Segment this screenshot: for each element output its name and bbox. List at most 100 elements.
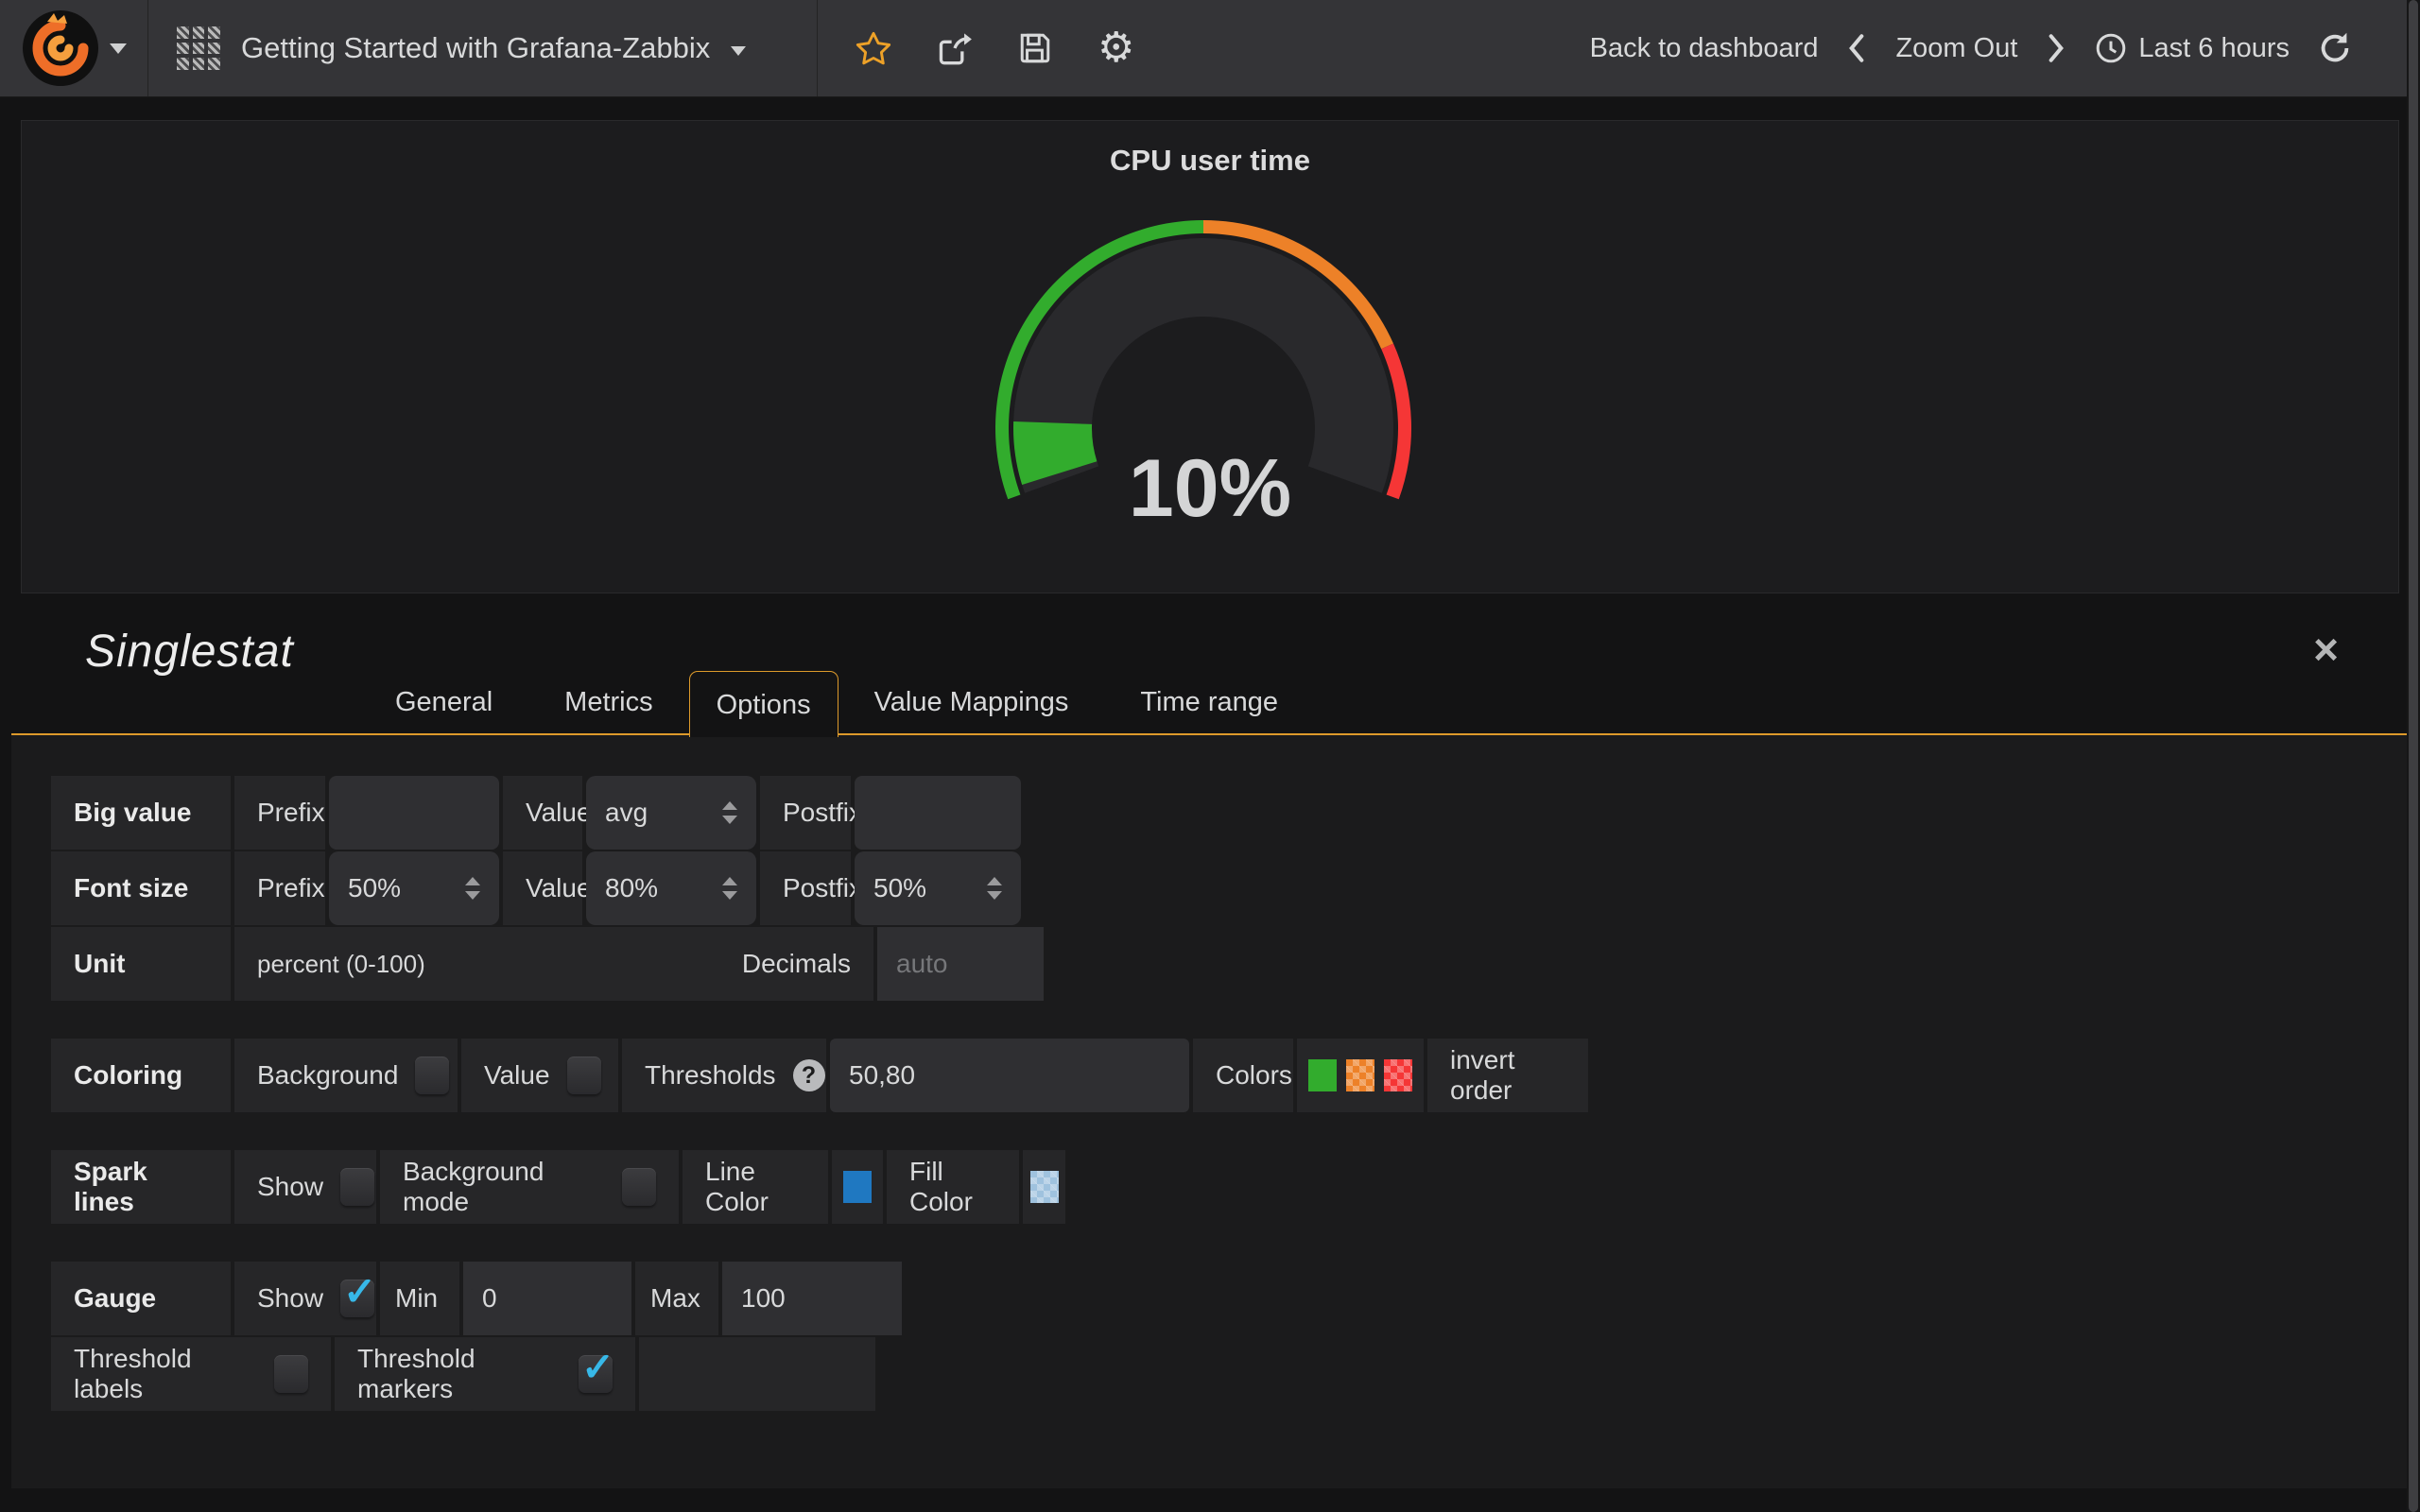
min-label: Min [380,1262,459,1335]
fill-color-label: Fill Color [887,1150,1019,1224]
threshold-options-row: Threshold labels Threshold markers [51,1337,2407,1411]
time-range-picker[interactable]: Last 6 hours [2095,32,2290,64]
refresh-icon[interactable] [2318,31,2352,65]
prefix-label: Prefix [234,776,325,850]
threshold-labels-checkbox[interactable] [274,1355,308,1393]
value-label: Value [484,1060,550,1091]
background-mode-label: Background mode [403,1157,605,1217]
postfix-font-size-select[interactable]: 50% [855,851,1021,925]
select-arrows-icon [722,877,737,900]
editor-header: Singlestat General Metrics Options Value… [11,593,2407,735]
gauge-value: 10% [22,442,2398,536]
prefix-label: Prefix [234,851,325,925]
invert-order-link[interactable]: invert order [1427,1039,1588,1112]
max-input[interactable] [722,1262,902,1335]
coloring-group: Coloring Background Value Thresholds ? C… [51,1039,2407,1112]
decimals-label: Decimals [742,949,851,979]
threshold-markers-checkbox[interactable] [579,1355,613,1393]
thresholds-label: Thresholds [645,1060,776,1091]
threshold-color-swatch-orange[interactable] [1346,1059,1374,1091]
gear-icon[interactable]: ⚙ [1098,27,1134,69]
panel-title[interactable]: CPU user time [22,144,2398,178]
big-value-postfix-input[interactable] [855,776,1021,850]
help-icon[interactable]: ? [793,1059,825,1091]
spark-lines-label: Spark lines [51,1150,231,1224]
postfix-size-value: 50% [873,873,926,903]
clock-icon [2095,32,2127,64]
show-label: Show [257,1283,323,1314]
dashboard-title-dropdown[interactable]: Getting Started with Grafana-Zabbix [148,0,818,96]
chevron-down-icon [110,43,127,54]
max-label: Max [635,1262,718,1335]
select-arrows-icon [722,801,737,824]
top-navbar: Getting Started with Grafana-Zabbix ⚙ Ba… [0,0,2407,97]
fill-color-swatch[interactable] [1030,1171,1059,1203]
big-value-prefix-input[interactable] [329,776,499,850]
unit-dropdown[interactable]: percent (0-100) [257,950,425,979]
threshold-color-swatch-red[interactable] [1384,1059,1412,1091]
tab-general[interactable]: General [359,669,528,735]
dashboard-grid-icon [177,26,220,70]
grafana-logo-icon [21,9,100,88]
font-size-label: Font size [51,851,231,925]
grafana-menu-button[interactable] [0,0,148,96]
invert-order-label: invert order [1450,1045,1565,1106]
color-swatches [1297,1039,1424,1112]
value-size-value: 80% [605,873,658,903]
dashboard-title: Getting Started with Grafana-Zabbix [241,31,710,65]
page-scrollbar[interactable] [2407,0,2420,1512]
fill-color-cell [1023,1150,1065,1224]
gauge-row: Gauge Show Min Max [51,1262,2407,1335]
navbar-right: Back to dashboard Zoom Out Last 6 hours [1590,31,2407,65]
min-input[interactable] [463,1262,631,1335]
font-size-row: Font size Prefix 50% Value 80% Postfix 5… [51,851,2407,925]
big-value-stat-select[interactable]: avg [586,776,756,850]
big-value-row: Big value Prefix Value avg Postfix [51,776,2407,850]
postfix-label: Postfix [760,851,851,925]
background-checkbox[interactable] [415,1057,449,1094]
tab-metrics[interactable]: Metrics [528,669,688,735]
threshold-markers-label: Threshold markers [357,1344,562,1404]
chevron-left-icon[interactable] [1846,32,1867,64]
tab-value-mappings[interactable]: Value Mappings [838,669,1105,735]
spark-show-checkbox[interactable] [340,1168,374,1206]
stat-select-value: avg [605,798,648,828]
background-label: Background [257,1060,398,1091]
thresholds-input[interactable] [830,1039,1189,1112]
editor-panel-type-title: Singlestat [85,626,294,678]
line-color-label: Line Color [683,1150,828,1224]
prefix-size-value: 50% [348,873,401,903]
thresholds-input-wrap [830,1039,1189,1112]
tab-time-range[interactable]: Time range [1104,669,1314,735]
spark-lines-group: Spark lines Show Background mode Line Co… [51,1150,2407,1224]
gauge-show-checkbox[interactable] [340,1280,374,1317]
unit-row: Unit percent (0-100) Decimals [51,927,2407,1001]
coloring-value-cell: Value [461,1039,618,1112]
coloring-background-cell: Background [234,1039,458,1112]
share-icon[interactable] [937,31,973,65]
value-label: Value [503,851,582,925]
decimals-input[interactable] [877,927,1044,1001]
postfix-label: Postfix [760,776,851,850]
scrollbar-thumb[interactable] [2409,0,2418,1512]
value-label: Value [503,776,582,850]
threshold-color-swatch-green[interactable] [1308,1059,1337,1091]
back-to-dashboard-button[interactable]: Back to dashboard [1590,33,1819,64]
star-icon[interactable] [856,31,891,65]
tab-options[interactable]: Options [689,671,838,737]
value-font-size-select[interactable]: 80% [586,851,756,925]
coloring-label: Coloring [51,1039,231,1112]
background-mode-checkbox[interactable] [622,1168,656,1206]
zoom-out-button[interactable]: Zoom Out [1895,33,2017,64]
line-color-swatch[interactable] [843,1171,872,1203]
chevron-right-icon[interactable] [2046,32,2066,64]
close-icon[interactable]: × [2313,627,2339,671]
decimals-input-wrap [877,927,1044,1001]
value-checkbox[interactable] [567,1057,601,1094]
min-input-wrap [463,1262,631,1335]
panel-editor: Singlestat General Metrics Options Value… [11,593,2407,1490]
select-arrows-icon [987,877,1002,900]
prefix-font-size-select[interactable]: 50% [329,851,499,925]
save-icon[interactable] [1018,31,1052,65]
empty-cell [639,1337,875,1411]
